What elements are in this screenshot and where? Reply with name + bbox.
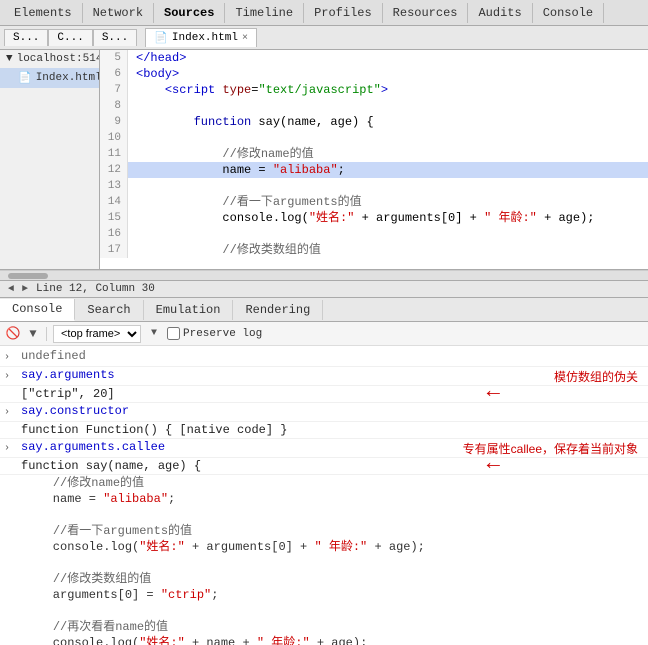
status-bar: ◄ ► Line 12, Column 30 [0,280,648,298]
toolbar-separator [46,327,47,341]
filter-icon[interactable]: ▼ [26,327,40,341]
console-code-block: //修改name的值 name = "alibaba"; //看一下argume… [0,475,648,645]
tab-resources[interactable]: Resources [383,3,469,23]
console-line-say-constructor[interactable]: › say.constructor [0,403,648,422]
top-nav: Elements Network Sources Timeline Profil… [0,0,648,26]
code-content: 5 </head> 6 <body> 7 <script type="text/… [100,50,648,258]
nav-left-icon[interactable]: ◄ [8,284,14,295]
code-line-11: 11 //修改name的值 [100,146,648,162]
nav-localhost[interactable]: ▼ localhost:5140 [0,50,99,68]
code-line-5: 5 </head> [100,50,648,66]
file-tabs: S... C... S... 📄 Index.html × [0,26,648,50]
tab-console[interactable]: Console [533,3,604,23]
dropdown-arrow-icon[interactable]: ▼ [147,327,161,341]
code-line-14: 14 //看一下arguments的值 [100,194,648,210]
code-line-8: 8 [100,98,648,114]
tab-console-rendering[interactable]: Rendering [233,300,323,320]
code-editor[interactable]: 5 </head> 6 <body> 7 <script type="text/… [100,50,648,269]
tab-timeline[interactable]: Timeline [225,3,304,23]
code-line-12: 12 name = "alibaba"; [100,162,648,178]
tab-console-emulation[interactable]: Emulation [144,300,234,320]
close-icon[interactable]: × [242,33,248,44]
console-output[interactable]: › undefined › say.arguments 模仿数组的伪关 ["ct… [0,346,648,645]
cursor-position: Line 12, Column 30 [36,283,155,295]
code-line-13: 13 [100,178,648,194]
nav-right-icon[interactable]: ► [22,284,28,295]
file-tab-s1[interactable]: S... [4,29,48,46]
file-navigator: ▼ localhost:5140 📄 Index.html [0,50,100,269]
tab-audits[interactable]: Audits [468,3,532,23]
nav-index-html[interactable]: 📄 Index.html [0,68,99,88]
console-line-undefined: › undefined [0,348,648,367]
file-tab-s2[interactable]: S... [93,29,137,46]
code-line-7: 7 <script type="text/javascript"> [100,82,648,98]
main-editor-area: ▼ localhost:5140 📄 Index.html 5 </head> … [0,50,648,270]
preserve-log-label[interactable]: Preserve log [167,327,262,340]
tab-network[interactable]: Network [83,3,154,23]
console-line-function-say: function say(name, age) { ← [0,458,648,475]
console-line-say-callee[interactable]: › say.arguments.callee 专有属性callee，保存着当前对… [0,439,648,458]
console-line-ctrip: ["ctrip", 20] ← [0,386,648,403]
clear-console-icon[interactable]: 🚫 [6,327,20,341]
code-line-10: 10 [100,130,648,146]
devtools-window: Elements Network Sources Timeline Profil… [0,0,648,645]
code-line-17: 17 //修改类数组的值 [100,242,648,258]
horizontal-scrollbar[interactable] [0,270,648,280]
console-toolbar: 🚫 ▼ <top frame> ▼ Preserve log [0,322,648,346]
scrollbar-thumb[interactable] [8,273,48,279]
code-line-9: 9 function say(name, age) { [100,114,648,130]
console-line-say-arguments[interactable]: › say.arguments 模仿数组的伪关 [0,367,648,386]
code-line-16: 16 [100,226,648,242]
file-tab-index[interactable]: 📄 Index.html × [145,28,257,47]
frame-selector[interactable]: <top frame> [53,325,141,343]
preserve-log-checkbox[interactable] [167,327,180,340]
code-line-6: 6 <body> [100,66,648,82]
tab-profiles[interactable]: Profiles [304,3,383,23]
tab-console-console[interactable]: Console [0,299,75,321]
tab-sources[interactable]: Sources [154,3,225,23]
code-line-15: 15 console.log("姓名:" + arguments[0] + " … [100,210,648,226]
console-tabs: Console Search Emulation Rendering [0,298,648,322]
tab-elements[interactable]: Elements [4,3,83,23]
file-tab-c[interactable]: C... [48,29,92,46]
file-icon: 📄 [18,71,32,85]
tab-console-search[interactable]: Search [75,300,143,320]
console-line-function-function: function Function() { [native code] } [0,422,648,439]
collapse-icon: ▼ [6,53,13,65]
